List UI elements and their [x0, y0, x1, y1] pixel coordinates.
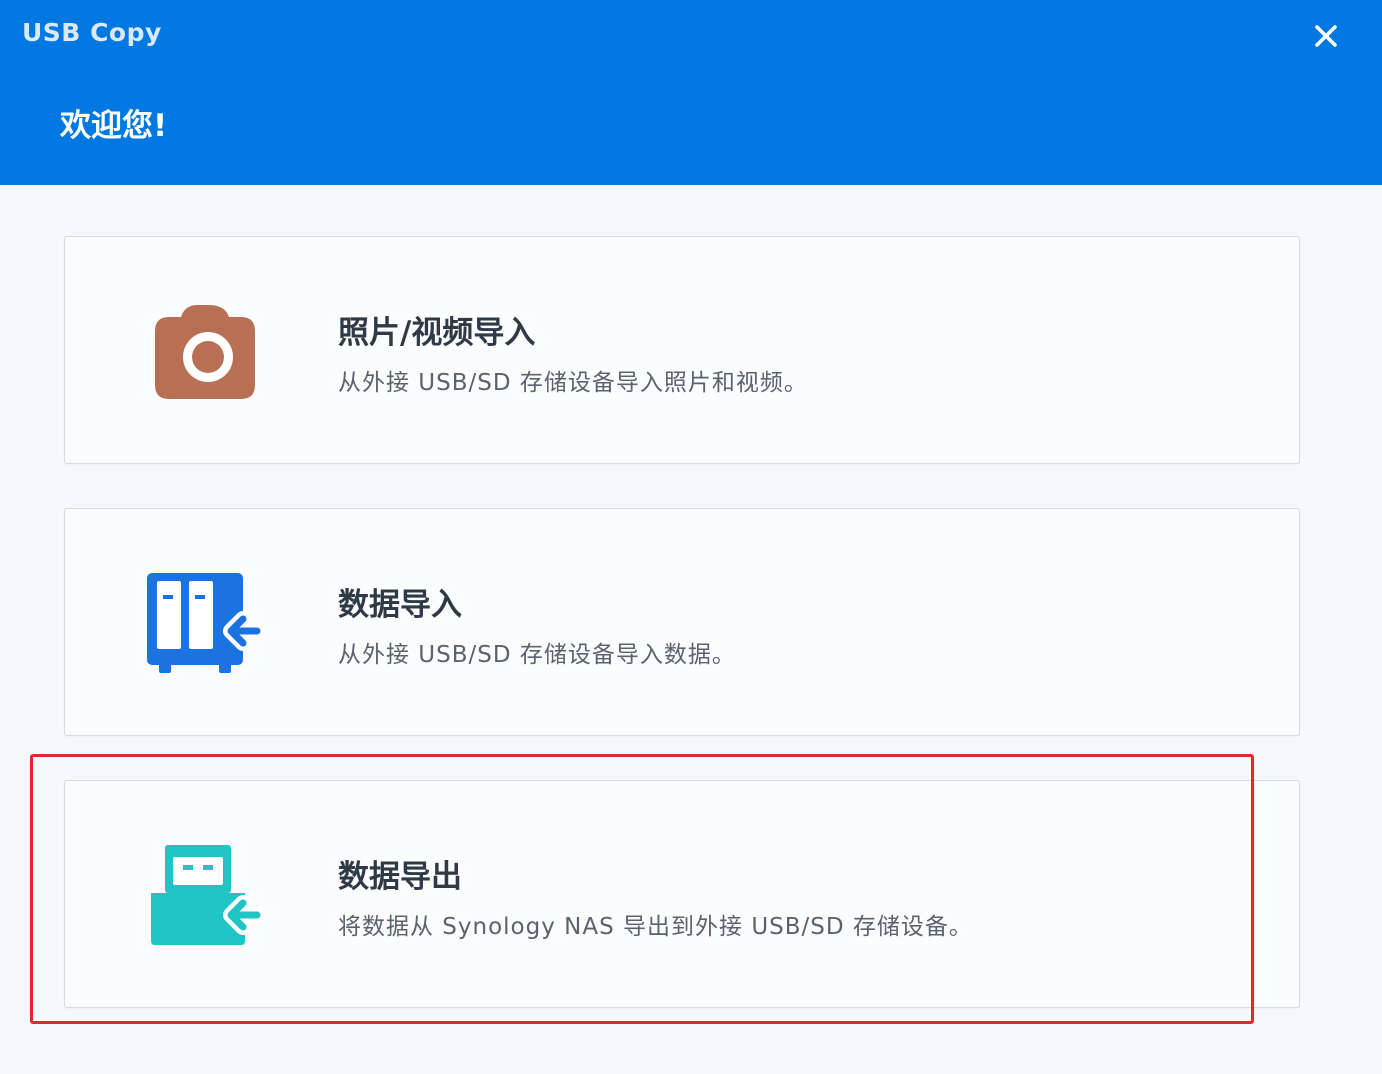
- option-title: 数据导入: [338, 587, 462, 623]
- dialog-header: USB Copy 欢迎您!: [0, 0, 1382, 185]
- option-description: 从外接 USB/SD 存储设备导入照片和视频。: [338, 370, 808, 396]
- data-export-option[interactable]: 数据导出 将数据从 Synology NAS 导出到外接 USB/SD 存储设备…: [64, 780, 1300, 1008]
- option-title: 照片/视频导入: [338, 315, 536, 351]
- app-title: USB Copy: [22, 18, 162, 47]
- camera-icon: [145, 297, 265, 407]
- close-button[interactable]: [1308, 18, 1344, 54]
- option-description: 将数据从 Synology NAS 导出到外接 USB/SD 存储设备。: [338, 914, 973, 940]
- usb-export-icon: [145, 841, 265, 951]
- option-description: 从外接 USB/SD 存储设备导入数据。: [338, 642, 736, 668]
- option-title: 数据导出: [338, 859, 462, 895]
- close-icon: [1315, 25, 1337, 47]
- data-import-option[interactable]: 数据导入 从外接 USB/SD 存储设备导入数据。: [64, 508, 1300, 736]
- photo-video-import-option[interactable]: 照片/视频导入 从外接 USB/SD 存储设备导入照片和视频。: [64, 236, 1300, 464]
- nas-import-icon: [145, 569, 265, 679]
- welcome-heading: 欢迎您!: [60, 108, 168, 144]
